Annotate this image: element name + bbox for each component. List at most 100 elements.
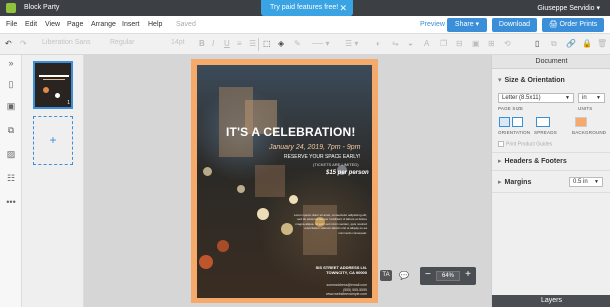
thumb-bokeh [55,93,60,98]
spreads-button[interactable] [536,117,550,127]
align-icon[interactable]: ≡ [237,39,242,48]
chevron-down-icon: ▾ [498,77,502,84]
margins-select[interactable]: 0.5 in ▼ [569,177,603,187]
zoom-in-button[interactable]: + [465,269,471,280]
print-guides-checkbox[interactable] [498,141,504,147]
properties-panel: Document ▾ Size & Orientation Letter (8.5… [491,55,610,307]
shadow-icon[interactable]: ◐ [376,39,381,48]
group-icon[interactable]: ▣ [472,39,480,48]
poster-price[interactable]: $15 per person [326,170,369,176]
shapes-icon[interactable]: ⧉ [6,125,16,135]
bold-icon[interactable]: B [199,39,205,48]
fill-color-icon[interactable]: ◈ [278,39,284,48]
zoom-level[interactable]: 64% [436,271,460,281]
poster-reserve[interactable]: RESERVE YOUR SPACE EARLY! [284,154,360,160]
chevron-right-icon: ▸ [498,158,502,165]
portrait-orientation-button[interactable] [499,117,510,127]
menu-page[interactable]: Page [67,21,83,28]
align-objects-icon[interactable]: ⊞ [488,39,495,48]
text-effects-icon[interactable]: A [424,39,429,48]
images-icon[interactable]: ▨ [6,149,16,159]
chevron-right-icon: ▸ [498,179,502,186]
font-size-select[interactable]: 14pt [171,39,185,46]
print-guides-row[interactable]: Print Product Guides [498,141,552,147]
flip-icon[interactable]: ⇋ [392,39,399,48]
promo-banner[interactable]: Try paid features free! ✕ [261,0,353,16]
units-select[interactable]: in ▼ [578,93,605,103]
undo-icon[interactable]: ↶ [5,39,12,48]
landscape-orientation-button[interactable] [512,117,523,127]
grid-icon[interactable]: TA [380,270,392,281]
thumb-title-line [39,75,69,77]
page-size-select[interactable]: Letter (8.5x11) ▼ [498,93,574,103]
poster-contact[interactable]: someaddress@email.com (555) 555-5555 www… [311,283,367,297]
document-icon[interactable]: ▯ [535,39,539,48]
menu-view[interactable]: View [45,21,60,28]
size-orientation-section[interactable]: ▾ Size & Orientation [498,76,565,84]
section-divider [492,152,610,153]
menu-arrange[interactable]: Arrange [91,21,116,28]
link-icon[interactable]: 🔗 [566,39,576,48]
close-icon[interactable]: ✕ [339,0,347,16]
bokeh-light [289,195,298,204]
more-icon[interactable]: ••• [6,197,16,207]
underline-icon[interactable]: U [224,39,230,48]
download-button[interactable]: Download [492,18,537,32]
menu-bar: File Edit View Page Arrange Insert Help … [0,16,610,34]
app-logo-icon[interactable] [6,3,16,13]
bokeh-light [199,255,213,269]
user-menu[interactable]: Giuseppe Servidio ▾ [537,4,600,12]
headers-footers-section[interactable]: ▸ Headers & Footers [498,157,567,165]
layouts-icon[interactable]: ☷ [6,173,16,183]
text-icon[interactable]: ▣ [6,101,16,111]
thumb-bokeh [43,87,49,93]
opacity-icon[interactable]: ◒ [408,39,413,48]
poster-address[interactable]: SIS STREET ADDRESS LN. TOWNCITY, CA 9000… [311,265,367,275]
stroke-style-select[interactable]: ── ▾ [312,39,330,48]
canvas-controls: TA 💬 − 64% + [380,267,480,285]
format-toolbar: ↶ ↷ Liberation Sans Regular 14pt B I U ≡… [0,34,610,55]
pages-icon[interactable]: ▯ [6,79,16,89]
background-color-swatch[interactable] [575,117,587,127]
page-thumbnail[interactable]: 1 [33,61,73,109]
poster-date[interactable]: January 24, 2019, 7pm - 9pm [269,144,360,151]
layers-tab[interactable]: Layers [492,295,610,307]
delete-icon[interactable]: 🗑 [597,39,607,48]
order-prints-button[interactable]: 🖨 Order Prints [542,18,604,32]
stroke-color-icon[interactable]: ✎ [294,39,301,48]
font-style-select[interactable]: Regular [110,39,135,46]
zoom-out-button[interactable]: − [425,269,431,280]
lock-icon[interactable]: 🔒 [582,39,592,48]
poster-limited[interactable]: (TICKETS ARE LIMITED) [313,162,359,167]
share-button[interactable]: Share ▾ [447,18,487,32]
poster-title[interactable]: IT'S A CELEBRATION! [226,125,372,139]
poster-photo[interactable]: IT'S A CELEBRATION! January 24, 2019, 7p… [197,65,372,298]
stroke-width-select[interactable]: ☰ ▾ [345,39,358,48]
document-title[interactable]: Block Party [24,4,59,11]
bokeh-light [237,185,245,193]
preview-link[interactable]: Preview [420,21,445,28]
menu-help[interactable]: Help [148,21,162,28]
overlay-rectangle[interactable] [255,165,285,197]
menu-insert[interactable]: Insert [122,21,140,28]
section-title: Headers & Footers [504,158,567,165]
collapse-icon[interactable]: » [6,58,16,68]
menu-file[interactable]: File [6,21,17,28]
comment-icon[interactable]: 💬 [398,270,410,281]
distribute-icon[interactable]: ⊟ [456,39,463,48]
font-family-select[interactable]: Liberation Sans [42,39,91,46]
copy-icon[interactable]: ⧉ [551,39,557,49]
rotate-icon[interactable]: ⟲ [504,39,511,48]
italic-icon[interactable]: I [212,39,214,48]
canvas-area[interactable]: IT'S A CELEBRATION! January 24, 2019, 7p… [84,55,491,307]
promo-text[interactable]: Try paid features free! [270,4,338,11]
arrange-icon[interactable]: ❐ [440,39,447,48]
poster-page[interactable]: IT'S A CELEBRATION! January 24, 2019, 7p… [191,59,378,303]
margins-section[interactable]: ▸ Margins [498,178,531,186]
redo-icon[interactable]: ↷ [20,39,27,48]
menu-edit[interactable]: Edit [25,21,37,28]
list-icon[interactable]: ☰ [249,39,256,48]
add-page-button[interactable]: + [33,116,73,165]
crop-icon[interactable]: ⬚ [263,39,271,48]
poster-body-text[interactable]: Lorem ipsum dolor sit amet, consectetur … [291,213,367,235]
